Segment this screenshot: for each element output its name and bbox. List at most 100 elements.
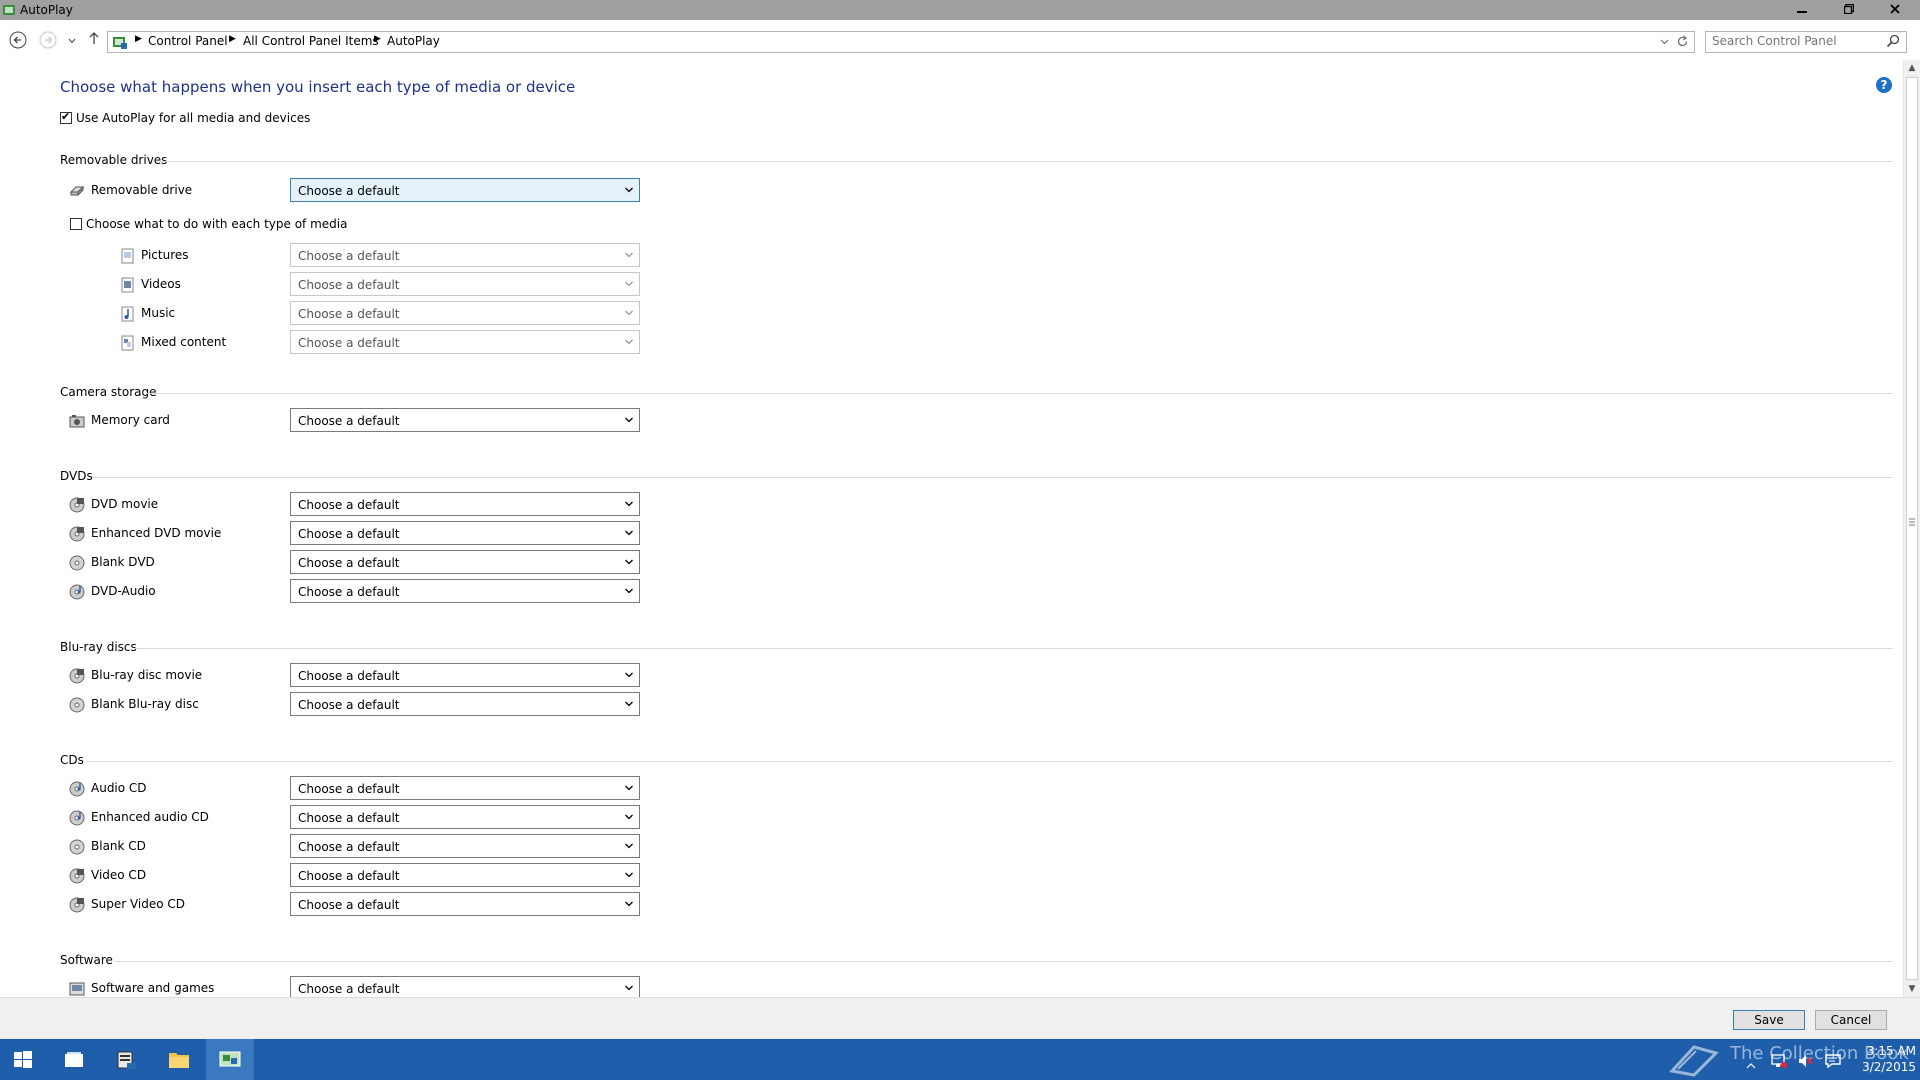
super-video-cd-label: Super Video CD bbox=[91, 897, 186, 911]
watermark-book-icon bbox=[1669, 1045, 1719, 1077]
video-cd-label: Video CD bbox=[91, 868, 147, 882]
video-cd-select[interactable]: Choose a default bbox=[290, 863, 640, 887]
address-dropdown-icon[interactable] bbox=[1660, 38, 1669, 46]
control-panel-icon bbox=[219, 1051, 241, 1067]
search-box[interactable] bbox=[1705, 31, 1907, 53]
videos-select[interactable]: Choose a default bbox=[290, 272, 640, 296]
section-dvds: DVDs bbox=[60, 469, 93, 483]
music-select[interactable]: Choose a default bbox=[290, 301, 640, 325]
blank-bluray-select[interactable]: Choose a default bbox=[290, 692, 640, 716]
section-software: Software bbox=[60, 953, 113, 967]
search-input[interactable] bbox=[1706, 32, 1882, 50]
section-bluray-discs: Blu-ray discs bbox=[60, 640, 137, 654]
software-games-select[interactable]: Choose a default bbox=[290, 976, 640, 997]
chevron-down-icon bbox=[625, 559, 633, 565]
memory-card-select[interactable]: Choose a default bbox=[290, 408, 640, 432]
pictures-select[interactable]: Choose a default bbox=[290, 243, 640, 267]
audio-cd-select[interactable]: Choose a default bbox=[290, 776, 640, 800]
select-value: Choose a default bbox=[298, 184, 400, 198]
scrollbar-thumb[interactable] bbox=[1906, 77, 1918, 980]
chevron-down-icon bbox=[625, 872, 633, 878]
scroll-down-icon[interactable]: ▼ bbox=[1904, 981, 1920, 997]
super-video-cd-select[interactable]: Choose a default bbox=[290, 892, 640, 916]
back-button[interactable] bbox=[8, 31, 28, 51]
start-button[interactable] bbox=[0, 1039, 48, 1080]
select-value: Choose a default bbox=[298, 527, 400, 541]
taskbar-control-panel[interactable] bbox=[206, 1039, 254, 1080]
recent-locations-button[interactable] bbox=[62, 31, 82, 51]
chevron-down-icon bbox=[625, 501, 633, 507]
chevron-down-icon bbox=[625, 985, 633, 991]
enhanced-dvd-movie-icon bbox=[69, 526, 85, 542]
bluray-movie-select[interactable]: Choose a default bbox=[290, 663, 640, 687]
forward-arrow-icon bbox=[39, 31, 57, 49]
memory-card-icon bbox=[69, 415, 85, 428]
enhanced-audio-cd-select[interactable]: Choose a default bbox=[290, 805, 640, 829]
use-autoplay-checkbox[interactable] bbox=[60, 110, 72, 124]
dvd-audio-icon bbox=[69, 584, 85, 600]
mixed-content-icon bbox=[121, 335, 134, 351]
taskbar-task-view[interactable] bbox=[50, 1039, 98, 1080]
help-icon[interactable]: ? bbox=[1876, 77, 1892, 93]
section-divider bbox=[92, 477, 1893, 478]
minimize-icon bbox=[1797, 11, 1807, 13]
chevron-down-icon bbox=[625, 701, 633, 707]
select-value: Choose a default bbox=[298, 782, 400, 796]
section-divider bbox=[114, 961, 1893, 962]
close-button[interactable] bbox=[1875, 0, 1915, 20]
chevron-down-icon bbox=[625, 530, 633, 536]
select-value: Choose a default bbox=[298, 414, 400, 428]
blank-dvd-label: Blank DVD bbox=[91, 555, 155, 569]
cancel-button[interactable]: Cancel bbox=[1815, 1010, 1887, 1030]
forward-button[interactable] bbox=[38, 31, 58, 51]
refresh-icon[interactable] bbox=[1676, 35, 1689, 48]
breadcrumb-control-panel[interactable]: Control Panel bbox=[148, 34, 228, 48]
select-value: Choose a default bbox=[298, 698, 400, 712]
chevron-down-icon bbox=[625, 588, 633, 594]
select-value: Choose a default bbox=[298, 869, 400, 883]
page-title: Choose what happens when you insert each… bbox=[60, 78, 576, 96]
chevron-down-icon bbox=[625, 843, 633, 849]
dvd-movie-select[interactable]: Choose a default bbox=[290, 492, 640, 516]
breadcrumb-separator: ▶ bbox=[229, 34, 236, 44]
choose-each-media-checkbox[interactable] bbox=[70, 218, 82, 230]
removable-drive-select[interactable]: Choose a default bbox=[290, 178, 640, 202]
software-games-icon bbox=[69, 982, 85, 996]
minimize-button[interactable] bbox=[1782, 0, 1822, 20]
blank-dvd-select[interactable]: Choose a default bbox=[290, 550, 640, 574]
show-hidden-icons-icon[interactable] bbox=[1746, 1062, 1756, 1070]
up-button[interactable] bbox=[84, 31, 104, 51]
control-panel-icon bbox=[113, 37, 127, 49]
address-bar[interactable]: ▶ Control Panel ▶ All Control Panel Item… bbox=[107, 31, 1695, 53]
search-icon[interactable] bbox=[1886, 34, 1900, 48]
dvd-audio-select[interactable]: Choose a default bbox=[290, 579, 640, 603]
breadcrumb-all-items[interactable]: All Control Panel Items bbox=[243, 34, 379, 48]
network-icon[interactable] bbox=[1770, 1053, 1788, 1069]
save-button[interactable]: Save bbox=[1733, 1010, 1805, 1030]
video-cd-icon bbox=[69, 868, 85, 884]
select-value: Choose a default bbox=[298, 585, 400, 599]
vertical-scrollbar[interactable]: ▲ ▼ bbox=[1903, 60, 1920, 997]
audio-cd-label: Audio CD bbox=[91, 781, 147, 795]
dialog-footer: Save Cancel bbox=[0, 997, 1920, 1039]
breadcrumb-autoplay[interactable]: AutoPlay bbox=[387, 34, 440, 48]
chevron-down-icon bbox=[625, 814, 633, 820]
dvd-audio-label: DVD-Audio bbox=[91, 584, 156, 598]
taskbar-file-explorer[interactable] bbox=[154, 1039, 202, 1080]
volume-icon[interactable] bbox=[1797, 1053, 1815, 1069]
select-value: Choose a default bbox=[298, 498, 400, 512]
chevron-down-icon bbox=[625, 252, 633, 258]
mixed-content-select[interactable]: Choose a default bbox=[290, 330, 640, 354]
action-center-icon[interactable] bbox=[1824, 1053, 1842, 1069]
restore-button[interactable] bbox=[1829, 0, 1869, 20]
bluray-movie-label: Blu-ray disc movie bbox=[91, 668, 203, 682]
scroll-up-icon[interactable]: ▲ bbox=[1904, 60, 1920, 76]
system-clock[interactable]: 3:15 AM 3/2/2015 bbox=[1846, 1043, 1916, 1075]
taskbar-server-manager[interactable] bbox=[102, 1039, 150, 1080]
music-icon bbox=[121, 306, 134, 322]
blank-cd-select[interactable]: Choose a default bbox=[290, 834, 640, 858]
select-value: Choose a default bbox=[298, 840, 400, 854]
select-value: Choose a default bbox=[298, 278, 400, 292]
section-cds: CDs bbox=[60, 753, 84, 767]
enhanced-dvd-movie-select[interactable]: Choose a default bbox=[290, 521, 640, 545]
